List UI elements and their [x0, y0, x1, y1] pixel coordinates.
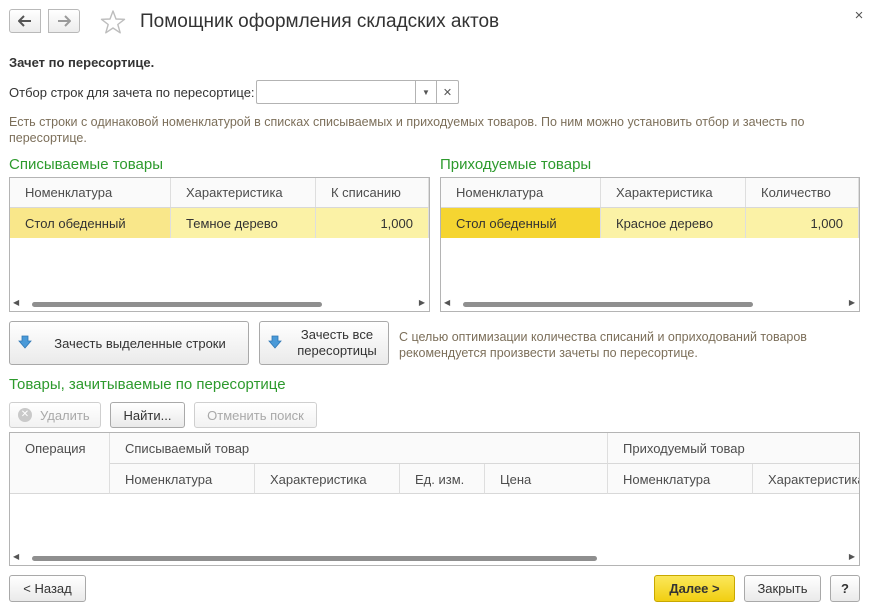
- star-icon: [100, 10, 126, 34]
- cancel-search-button[interactable]: Отменить поиск: [194, 402, 317, 428]
- arrow-left-icon: [18, 15, 31, 27]
- offset-selected-label: Зачесть выделенные строки: [54, 335, 226, 351]
- back-step-button[interactable]: < Назад: [9, 575, 86, 602]
- column-header[interactable]: Количество: [746, 178, 859, 207]
- scroll-thumb[interactable]: [463, 302, 753, 307]
- receipt-title: Приходуемые товары: [440, 156, 592, 173]
- help-button[interactable]: ?: [830, 575, 860, 602]
- column-header[interactable]: Номенклатура: [10, 178, 171, 207]
- filter-input[interactable]: [256, 80, 416, 104]
- horizontal-scrollbar[interactable]: ◀ ▶: [10, 297, 429, 311]
- receipt-table[interactable]: Номенклатура Характеристика Количество С…: [440, 177, 860, 312]
- window-title: Помощник оформления складских актов: [140, 11, 500, 32]
- column-header[interactable]: Номенклатура: [110, 464, 255, 494]
- cell-characteristic[interactable]: Красное дерево: [601, 208, 746, 238]
- column-group-writeoff[interactable]: Списываемый товар: [110, 433, 608, 464]
- filter-dropdown-button[interactable]: ▼: [415, 80, 437, 104]
- offset-selected-button[interactable]: Зачесть выделенные строки: [9, 321, 249, 365]
- table-row[interactable]: Стол обеденный Темное дерево 1,000: [10, 208, 429, 238]
- hint-text: С целью оптимизации количества списаний …: [399, 330, 807, 360]
- column-header[interactable]: К списанию: [316, 178, 429, 207]
- arrow-down-icon: [268, 335, 282, 349]
- scroll-thumb[interactable]: [32, 556, 597, 561]
- column-header[interactable]: Номенклатура: [608, 464, 753, 494]
- column-header[interactable]: Ед. изм.: [400, 464, 485, 494]
- delete-label: Удалить: [40, 407, 90, 423]
- scroll-left-icon[interactable]: ◀: [13, 552, 19, 561]
- offset-all-button[interactable]: Зачесть все пересортицы: [259, 321, 389, 365]
- next-label: Далее >: [669, 581, 720, 596]
- delete-icon: ✕: [18, 408, 32, 422]
- chevron-down-icon: ▼: [422, 87, 430, 97]
- arrow-down-icon: [18, 335, 32, 349]
- offset-all-label: Зачесть все пересортицы: [297, 327, 377, 358]
- scroll-left-icon[interactable]: ◀: [13, 298, 19, 307]
- scroll-right-icon[interactable]: ▶: [849, 298, 855, 307]
- help-label: ?: [841, 581, 849, 596]
- column-header[interactable]: Характеристика: [753, 464, 859, 494]
- writeoff-title: Списываемые товары: [9, 156, 164, 173]
- column-header[interactable]: Номенклатура: [441, 178, 601, 207]
- scroll-left-icon[interactable]: ◀: [444, 298, 450, 307]
- table-row[interactable]: Стол обеденный Красное дерево 1,000: [441, 208, 859, 238]
- cell-qty[interactable]: 1,000: [746, 208, 859, 238]
- offset-section-title: Товары, зачитываемые по пересортице: [9, 376, 286, 393]
- column-header[interactable]: Характеристика: [171, 178, 316, 207]
- scroll-right-icon[interactable]: ▶: [419, 298, 425, 307]
- clear-icon: ✕: [442, 86, 453, 99]
- cancel-search-label: Отменить поиск: [207, 407, 304, 423]
- cell-item[interactable]: Стол обеденный: [441, 208, 601, 238]
- section-title: Зачет по пересортице.: [9, 55, 155, 70]
- favorite-button[interactable]: [100, 9, 126, 38]
- column-header-operation[interactable]: Операция: [10, 433, 110, 494]
- back-button[interactable]: [9, 9, 41, 33]
- forward-button[interactable]: [48, 9, 80, 33]
- column-header[interactable]: Характеристика: [601, 178, 746, 207]
- close-icon[interactable]: ×: [851, 8, 867, 24]
- offset-table[interactable]: Операция Списываемый товар Приходуемый т…: [9, 432, 860, 566]
- column-header[interactable]: Цена: [485, 464, 608, 494]
- cell-item[interactable]: Стол обеденный: [10, 208, 171, 238]
- writeoff-table[interactable]: Номенклатура Характеристика К списанию С…: [9, 177, 430, 312]
- column-header[interactable]: Характеристика: [255, 464, 400, 494]
- next-button[interactable]: Далее >: [654, 575, 735, 602]
- arrow-right-icon: [58, 15, 71, 27]
- filter-label: Отбор строк для зачета по пересортице:: [9, 85, 255, 100]
- horizontal-scrollbar[interactable]: ◀ ▶: [441, 297, 859, 311]
- filter-clear-button[interactable]: ✕: [436, 80, 459, 104]
- table-header: Номенклатура Характеристика К списанию: [10, 178, 429, 208]
- column-group-receipt[interactable]: Приходуемый товар: [608, 433, 859, 464]
- back-step-label: < Назад: [23, 581, 72, 596]
- close-label: Закрыть: [757, 581, 808, 596]
- horizontal-scrollbar[interactable]: ◀ ▶: [10, 551, 859, 565]
- find-button[interactable]: Найти...: [110, 402, 185, 428]
- scroll-right-icon[interactable]: ▶: [849, 552, 855, 561]
- cell-qty[interactable]: 1,000: [316, 208, 429, 238]
- cell-characteristic[interactable]: Темное дерево: [171, 208, 316, 238]
- scroll-thumb[interactable]: [32, 302, 322, 307]
- find-label: Найти...: [123, 407, 172, 423]
- close-button[interactable]: Закрыть: [744, 575, 821, 602]
- delete-button[interactable]: ✕ Удалить: [9, 402, 101, 428]
- info-text: Есть строки с одинаковой номенклатурой в…: [9, 115, 805, 145]
- table-header: Номенклатура Характеристика Количество: [441, 178, 859, 208]
